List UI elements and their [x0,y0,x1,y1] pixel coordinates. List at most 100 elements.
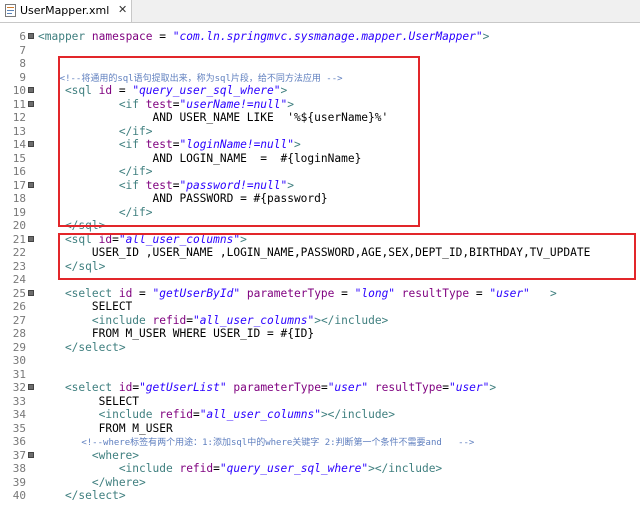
code-text: </select> [38,488,126,503]
code-token-attr: parameterType [246,286,335,300]
code-token-tag: > [294,138,301,151]
fold-toggle-icon[interactable] [28,141,34,147]
code-token-txt: = [112,84,133,97]
fold-toggle-icon[interactable] [28,33,34,39]
code-token-txt: = [334,286,355,300]
code-token-attr: resultType [401,286,470,300]
code-token-txt: = [320,381,328,394]
code-token-val: "getUserList" [139,381,227,394]
fold-toggle-icon[interactable] [28,451,34,458]
code-token-val: "user" [327,381,369,394]
code-token-tag: </if> [38,205,153,219]
code-token-attr: refid [159,408,193,421]
code-line[interactable]: 40 </select> [0,488,640,503]
code-token-tag: > [489,381,497,394]
code-token-attr: parameterType [233,381,321,394]
code-token-val: "password!=null" [179,178,288,192]
code-token-attr: test [145,97,173,111]
fold-toggle-icon[interactable] [28,384,34,390]
code-token-val: "userName!=null" [179,97,288,111]
close-tab-icon[interactable]: ✕ [118,3,127,16]
code-token-val: "query_user_sql_where" [132,84,281,97]
fold-toggle-icon[interactable] [28,87,34,93]
code-token-tag: </sql> [38,259,106,273]
code-token-tag: > [240,232,247,246]
code-token-attr: id [118,381,133,394]
code-token-tag: > [529,286,557,300]
fold-toggle-icon[interactable] [28,235,34,242]
code-token-tag: <select [38,381,119,394]
code-token-tag: > [287,178,295,192]
code-token-val: "all_user_columns" [118,232,241,246]
code-token-cmt: <!--where标签有两个用途：1:添加sql中的where关键字 2:判断第… [38,438,475,448]
code-token-tag: > [482,30,490,43]
code-token-txt: FROM M_USER [38,421,173,435]
fold-toggle-icon[interactable] [28,289,34,296]
code-token-tag: <include [38,462,180,475]
code-editor[interactable]: 6 <mapper namespace = "com.ln.springmvc.s… [0,23,640,516]
code-token-tag: </if> [38,124,153,138]
code-token-tag: </where> [38,475,146,489]
code-token-tag: <sql [38,232,99,246]
code-token-txt: = [112,232,119,246]
code-token-txt: SELECT [38,300,133,313]
code-token-tag: </sql> [38,219,106,232]
code-token-tag: <include [38,313,153,327]
code-token-txt: = [192,408,200,421]
code-token-tag: </select> [38,489,126,502]
editor-tab-bar: UserMapper.xml ✕ [0,0,640,23]
code-token-txt: = [213,462,220,475]
code-token-tag: <include [38,408,160,421]
code-token-tag: <if [38,97,146,111]
code-token-val: "long" [354,286,396,300]
tab-usermapper-xml[interactable]: UserMapper.xml ✕ [0,0,132,22]
code-token-txt: USER_ID ,USER_NAME ,LOGIN_NAME,PASSWORD,… [38,246,591,259]
xml-file-icon [5,4,16,17]
code-token-val: "com.ln.springmvc.sysmanage.mapper.UserM… [172,30,483,43]
code-token-tag: <if [38,138,146,151]
code-token-txt: FROM M_USER WHERE USER_ID = #{ID} [38,327,315,340]
code-token-val: "all_user_columns" [199,408,321,421]
code-token-tag: > [287,97,295,111]
code-token-attr: id [98,84,113,97]
code-token-tag: <mapper [38,30,92,43]
code-token-val: "loginName!=null" [179,138,294,151]
code-token-tag: > [280,84,288,97]
code-token-attr: refid [179,462,214,475]
code-token-txt: AND PASSWORD = #{password} [38,192,328,205]
code-token-val: "query_user_sql_where" [219,462,369,475]
code-token-val: "getUserById" [152,286,241,300]
code-token-tag: ></include> [368,462,443,475]
code-token-attr: id [118,286,133,300]
code-token-val: "user" [448,381,490,394]
code-token-tag: ></include> [314,313,389,327]
fold-toggle-icon[interactable] [28,100,34,107]
code-token-txt: AND USER_NAME LIKE '%${userName}%' [38,111,389,124]
code-token-attr: test [145,138,173,151]
code-token-txt: = [442,381,449,394]
code-token-tag: <where> [38,448,140,462]
code-token-tag: <sql [38,84,99,97]
code-token-attr: resultType [374,381,443,394]
code-token-txt: AND LOGIN_NAME = #{loginName} [38,151,362,165]
code-token-attr: refid [152,313,187,327]
code-token-val: "all_user_columns" [192,313,315,327]
code-token-tag: </if> [38,165,153,178]
line-number: 40 [12,489,26,502]
code-token-tag: </select> [38,340,126,354]
code-token-attr: id [98,232,113,246]
code-token-txt: = [152,30,173,43]
code-token-cmt: <!--将通用的sql语句提取出来，称为sql片段，给不同方法应用 --> [38,73,343,84]
code-token-tag: <if [38,178,146,192]
code-token-txt: = [186,313,193,327]
fold-toggle-icon[interactable] [28,181,34,188]
code-token-attr: namespace [91,30,153,43]
code-token-txt: = [132,286,153,300]
code-token-tag: <select [38,286,119,300]
code-token-val: "user" [489,286,530,300]
code-token-attr: test [145,178,173,192]
code-token-tag: ></include> [320,408,396,421]
